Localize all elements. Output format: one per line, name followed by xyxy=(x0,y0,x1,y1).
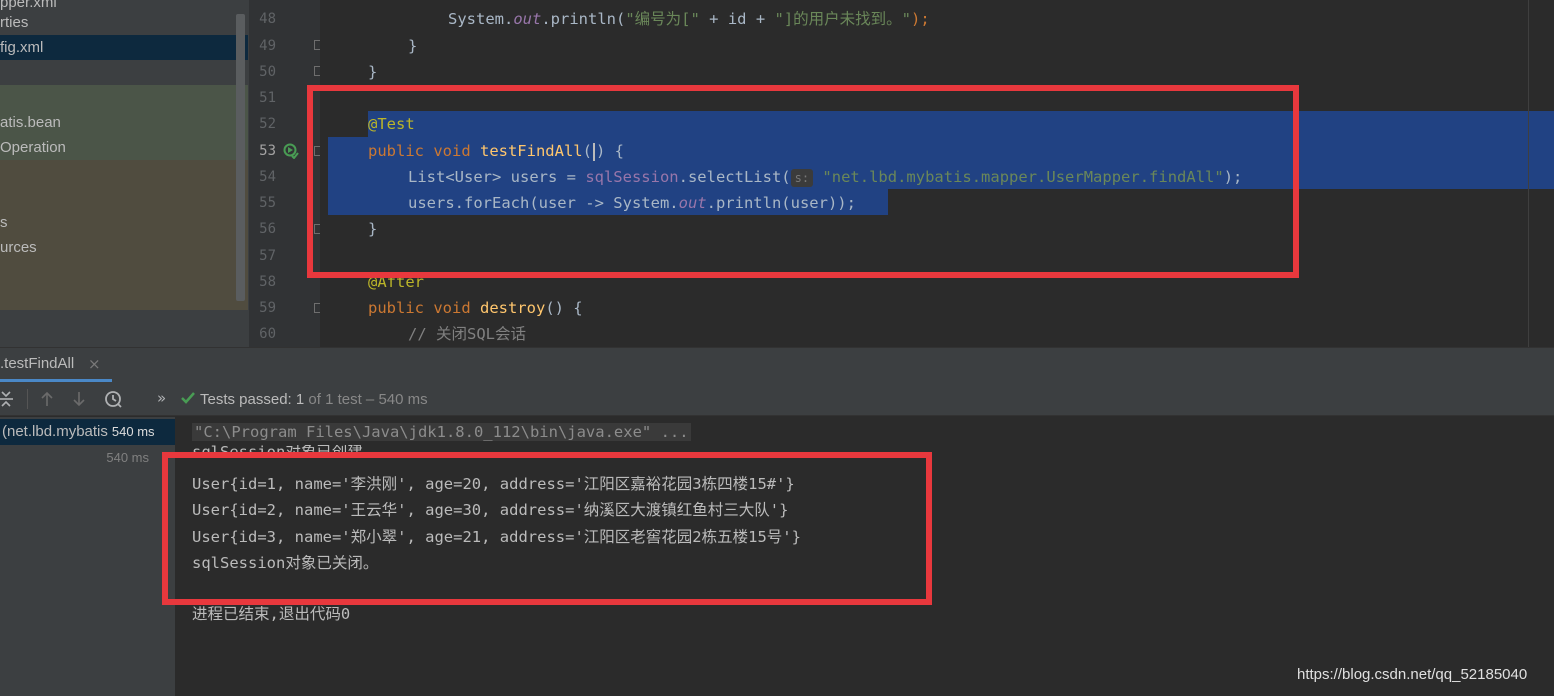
toolbar-separator xyxy=(27,389,28,409)
line-number: 48 xyxy=(259,11,276,27)
line-number: 55 xyxy=(259,195,276,211)
chevron-double-right-icon[interactable]: » xyxy=(157,389,166,407)
line-number: 51 xyxy=(259,90,276,106)
project-tree-item[interactable]: s xyxy=(0,210,248,235)
line-number: 57 xyxy=(259,248,276,264)
run-tab-bar: .testFindAll × xyxy=(0,347,1554,383)
test-tree-row-time: 540 ms xyxy=(106,450,149,465)
project-tree-item[interactable]: atis.bean xyxy=(0,110,248,135)
code-line-50: } xyxy=(368,63,378,81)
line-number: 58 xyxy=(259,274,276,290)
sidebar-scrollbar[interactable] xyxy=(236,14,245,301)
project-tree-item[interactable]: rties xyxy=(0,10,248,35)
history-icon[interactable] xyxy=(103,389,123,409)
watermark: https://blog.csdn.net/qq_52185040 xyxy=(1297,666,1528,683)
line-number-current: 53 xyxy=(259,143,276,159)
tab-label: .testFindAll xyxy=(0,355,75,372)
project-tree-item[interactable]: urces xyxy=(0,235,248,260)
run-test-passed-icon[interactable] xyxy=(283,143,299,159)
project-sidebar: pper.xml rties fig.xml atis.bean Operati… xyxy=(0,0,249,347)
code-line-48: System.out.println("编号为[" + id + "]的用户未找… xyxy=(448,10,930,28)
code-line-49: } xyxy=(408,37,418,55)
console-line: "C:\Program Files\Java\jdk1.8.0_112\bin\… xyxy=(192,423,691,441)
line-number: 52 xyxy=(259,116,276,132)
right-margin-guide xyxy=(1528,0,1529,347)
highlight-box-output xyxy=(162,452,932,605)
run-toolbar: » Tests passed: 1 of 1 test – 540 ms xyxy=(0,383,1554,416)
line-number: 56 xyxy=(259,221,276,237)
project-tree-item[interactable]: Operation xyxy=(0,135,248,160)
line-number: 60 xyxy=(259,326,276,342)
up-arrow-icon[interactable] xyxy=(37,389,57,409)
check-icon xyxy=(181,392,195,404)
code-line-59: public void destroy() { xyxy=(368,299,583,317)
highlight-box-code xyxy=(307,85,1299,278)
test-results-tree: (net.lbd.mybatis 540 ms 540 ms xyxy=(0,417,175,696)
line-number: 49 xyxy=(259,38,276,54)
line-number: 54 xyxy=(259,169,276,185)
down-arrow-icon[interactable] xyxy=(69,389,89,409)
line-number: 50 xyxy=(259,64,276,80)
close-icon[interactable]: × xyxy=(88,355,101,373)
project-tree-item-selected[interactable]: fig.xml xyxy=(0,35,248,60)
test-status: Tests passed: 1 of 1 test – 540 ms xyxy=(180,390,428,408)
test-tree-row[interactable]: (net.lbd.mybatis 540 ms xyxy=(0,419,175,445)
collapse-all-icon[interactable] xyxy=(0,389,17,409)
tab-testfindall[interactable]: .testFindAll × xyxy=(0,348,112,382)
code-line-60: // 关闭SQL会话 xyxy=(408,325,526,343)
line-number: 59 xyxy=(259,300,276,316)
